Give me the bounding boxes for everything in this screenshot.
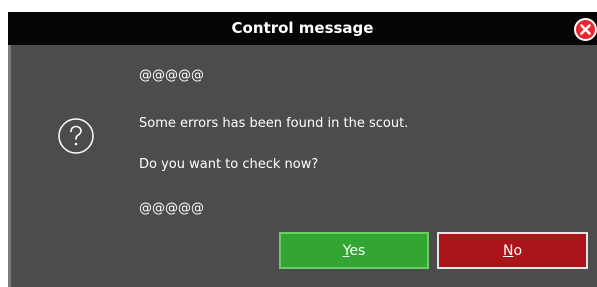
message-line-footer: @@@@@ [139,201,204,216]
no-button-mnemonic: N [502,243,514,259]
message-line-errors: Some errors has been found in the scout. [139,116,409,131]
yes-button[interactable]: Yes [279,232,429,269]
title-bar[interactable]: Control message [8,12,597,45]
control-message-dialog: Control message @@@@@ Some errors has be… [8,12,597,287]
close-button[interactable] [574,18,597,41]
dialog-title: Control message [231,19,374,37]
dialog-left-border [8,45,11,287]
no-button[interactable]: No [437,232,588,269]
close-icon [574,18,597,41]
question-icon [57,117,95,155]
yes-button-label: es [349,243,366,259]
no-button-label: o [513,243,523,259]
message-line-header: @@@@@ [139,68,204,83]
message-line-question: Do you want to check now? [139,157,319,172]
